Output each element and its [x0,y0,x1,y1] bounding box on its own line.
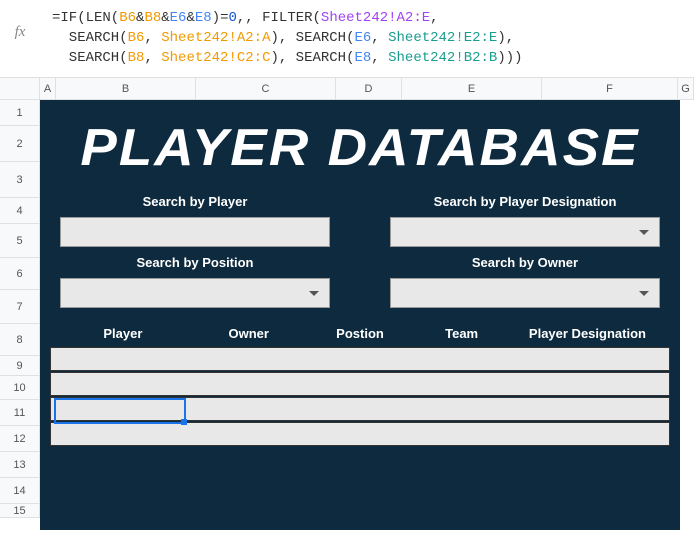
col-header-d[interactable]: D [336,78,402,100]
col-header-b[interactable]: B [56,78,196,100]
cells-area[interactable]: PLAYER DATABASE Search by Player Search … [40,100,694,518]
row-header-4[interactable]: 4 [0,198,40,224]
formula-ref: B8 [128,50,145,66]
formula-text: & [186,10,194,26]
formula-ref: B8 [144,10,161,26]
formula-ref: Sheet242!C2:C [161,50,270,66]
formula-text: ))) [497,50,522,66]
th-designation: Player Designation [515,326,660,341]
formula-text: SEARCH( [52,30,128,46]
row-header-13[interactable]: 13 [0,452,40,478]
search-position-select[interactable] [60,278,330,308]
row-header-9[interactable]: 9 [0,356,40,376]
formula-input[interactable]: =IF(LEN(B6&B8&E6&E8)=0,, FILTER(Sheet242… [40,4,694,72]
formula-text: ), [497,30,514,46]
formula-text: )= [212,10,229,26]
col-header-c[interactable]: C [196,78,336,100]
formula-ref: Sheet242!E2:E [388,30,497,46]
search-designation-label: Search by Player Designation [434,194,617,209]
row-header-6[interactable]: 6 [0,258,40,290]
panel-title: PLAYER DATABASE [24,100,694,188]
formula-ref: Sheet242!A2:A [161,30,270,46]
search-owner-label: Search by Owner [472,255,578,270]
formula-ref: B6 [128,30,145,46]
row-header-7[interactable]: 7 [0,290,40,324]
spreadsheet-grid: A B C D E F G 1 2 3 4 5 6 7 8 9 10 11 12… [0,78,694,518]
table-row[interactable] [50,422,670,446]
row-header-14[interactable]: 14 [0,478,40,504]
row-header-11[interactable]: 11 [0,400,40,426]
th-team: Team [408,326,514,341]
formula-ref: E6 [354,30,371,46]
col-header-g[interactable]: G [678,78,694,100]
table-row[interactable] [50,372,670,396]
formula-ref: E8 [195,10,212,26]
formula-text: =IF(LEN( [52,10,119,26]
column-headers: A B C D E F G [40,78,694,100]
search-designation-select[interactable] [390,217,660,247]
search-player-input[interactable] [60,217,330,247]
col-header-e[interactable]: E [402,78,542,100]
formula-bar: fx =IF(LEN(B6&B8&E6&E8)=0,, FILTER(Sheet… [0,0,694,78]
row-header-10[interactable]: 10 [0,376,40,400]
col-header-f[interactable]: F [542,78,678,100]
row-header-15[interactable]: 15 [0,504,40,518]
formula-text: ,, FILTER( [237,10,321,26]
result-rows [40,347,680,446]
formula-text: & [161,10,169,26]
row-header-8[interactable]: 8 [0,324,40,356]
chevron-down-icon [309,291,319,296]
table-row[interactable] [50,347,670,371]
th-position: Postion [312,326,409,341]
formula-ref: B6 [119,10,136,26]
search-player-label: Search by Player [143,194,248,209]
formula-ref: Sheet242!A2:E [321,10,430,26]
formula-text: SEARCH( [52,50,128,66]
fx-icon: fx [0,4,40,41]
player-database-panel: PLAYER DATABASE Search by Player Search … [40,100,680,530]
formula-ref: E6 [170,10,187,26]
formula-text: ), SEARCH( [270,30,354,46]
chevron-down-icon [639,230,649,235]
row-header-5[interactable]: 5 [0,224,40,258]
select-all-corner[interactable] [0,78,40,100]
formula-ref: E8 [354,50,371,66]
search-position-label: Search by Position [136,255,253,270]
th-owner: Owner [186,326,312,341]
formula-num: 0 [229,10,237,26]
formula-text: , [430,10,438,26]
result-table-headers: Player Owner Postion Team Player Designa… [40,308,680,347]
chevron-down-icon [639,291,649,296]
table-row[interactable] [50,397,670,421]
formula-text: ), SEARCH( [270,50,354,66]
search-owner-select[interactable] [390,278,660,308]
row-header-12[interactable]: 12 [0,426,40,452]
formula-ref: Sheet242!B2:B [388,50,497,66]
col-header-a[interactable]: A [40,78,56,100]
th-player: Player [60,326,186,341]
